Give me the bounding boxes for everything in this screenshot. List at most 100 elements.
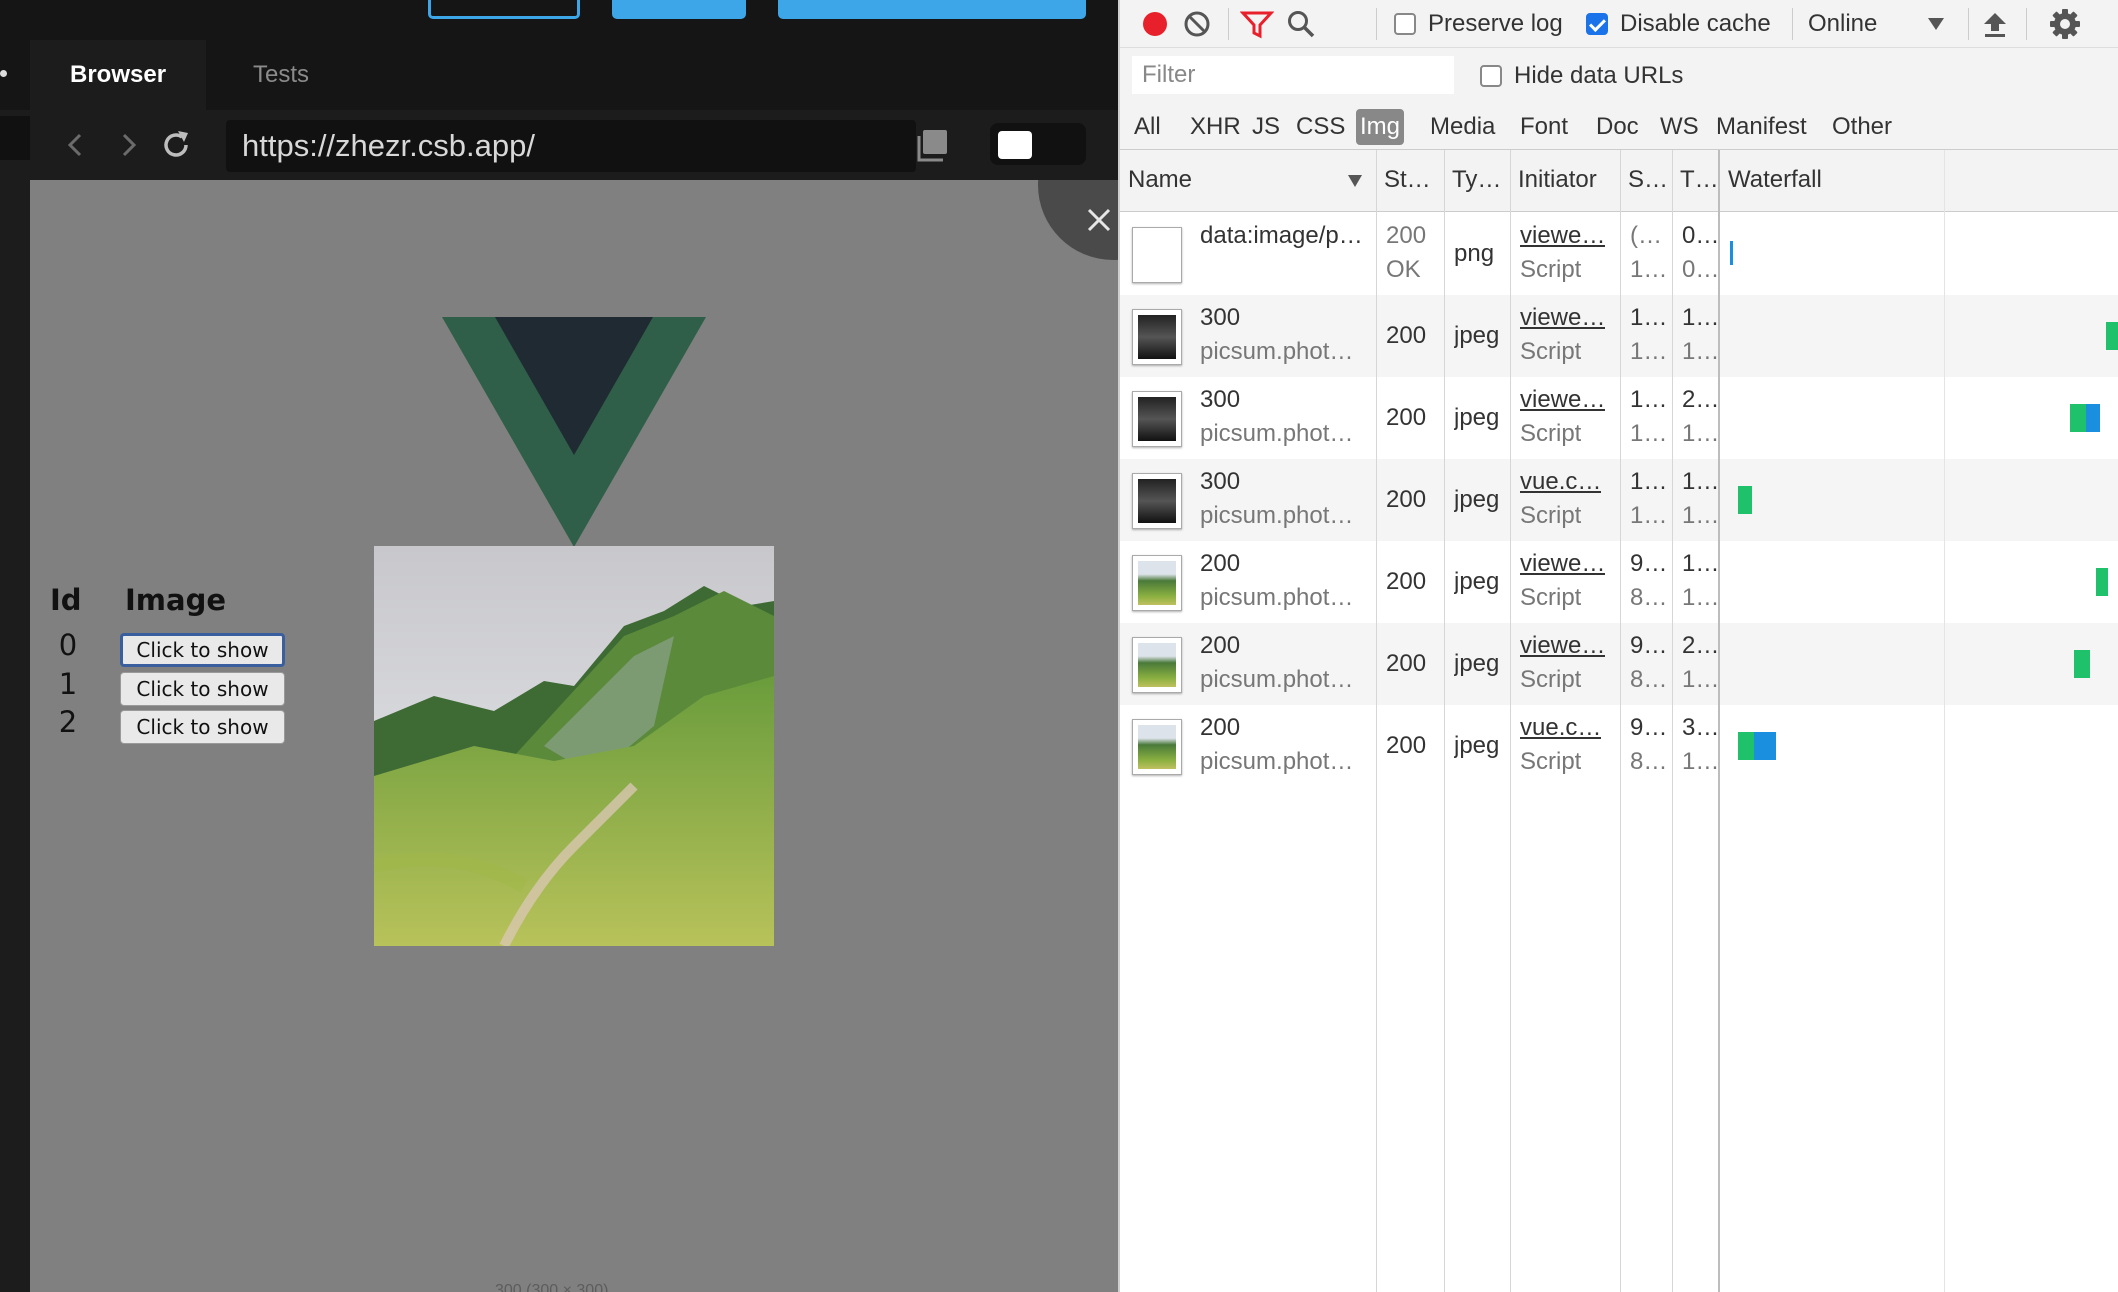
type-filter-media[interactable]: Media (1426, 109, 1499, 145)
type-filter-img[interactable]: Img (1356, 109, 1405, 145)
type-filter-js[interactable]: JS (1248, 109, 1284, 145)
hide-data-urls-check[interactable] (1480, 65, 1502, 87)
top-blue-button[interactable] (612, 0, 746, 19)
import-har-button[interactable] (1980, 0, 2010, 48)
request-size: (… (1630, 222, 1662, 249)
filter-icon[interactable] (1240, 9, 1274, 39)
request-name: 200 (1200, 714, 1241, 741)
column-name-label: Name (1128, 166, 1193, 193)
disable-cache-check[interactable] (1586, 13, 1608, 35)
click-to-show-button[interactable]: Click to show (120, 672, 285, 706)
preserve-log-checkbox[interactable]: Preserve log (1394, 0, 1563, 48)
copy-icon[interactable] (913, 126, 953, 166)
column-name[interactable]: Name (1120, 150, 1376, 212)
request-initiator-type: Script (1520, 502, 1582, 529)
preview-area: Id Image 0 Click to show 1 Click to show… (30, 180, 1118, 1292)
type-filter-doc[interactable]: Doc (1592, 109, 1643, 145)
upload-icon[interactable] (1980, 9, 2010, 39)
settings-button[interactable] (2048, 0, 2082, 48)
click-to-show-button[interactable]: Click to show (120, 633, 285, 667)
request-domain: picsum.phot… (1200, 420, 1354, 447)
hide-data-urls-checkbox[interactable]: Hide data URLs (1480, 48, 1683, 104)
type-filter-ws[interactable]: WS (1656, 109, 1703, 145)
search-icon[interactable] (1286, 9, 1316, 39)
close-preview-button[interactable] (1038, 180, 1118, 260)
type-filter-css[interactable]: CSS (1292, 109, 1349, 145)
column-time[interactable]: T… (1672, 150, 1718, 212)
vue-logo (442, 317, 706, 547)
tab-tests[interactable]: Tests (213, 40, 349, 110)
request-size-resource: 1… (1630, 256, 1668, 283)
request-initiator-link[interactable]: viewe… (1520, 219, 1605, 253)
request-row[interactable]: 200 picsum.phot… 200 jpeg vue.c… Script … (1120, 705, 2118, 787)
request-size-resource: 1… (1630, 338, 1668, 365)
search-button[interactable] (1286, 0, 1316, 48)
throttle-select[interactable]: Online (1808, 0, 1944, 48)
type-filter-manifest[interactable]: Manifest (1712, 109, 1811, 145)
view-toggle[interactable] (990, 123, 1086, 165)
type-filter-other[interactable]: Other (1828, 109, 1896, 145)
request-type: jpeg (1454, 568, 1500, 595)
type-filter-xhr[interactable]: XHR (1186, 109, 1245, 145)
request-row[interactable]: 200 picsum.phot… 200 jpeg viewe… Script … (1120, 623, 2118, 705)
request-domain: picsum.phot… (1200, 502, 1354, 529)
request-initiator-link[interactable]: viewe… (1520, 629, 1605, 663)
close-icon[interactable] (1079, 200, 1118, 240)
request-status: 200 (1386, 568, 1427, 595)
gear-icon[interactable] (2048, 7, 2082, 41)
request-row[interactable]: 300 picsum.phot… 200 jpeg viewe… Script … (1120, 377, 2118, 459)
dropdown-arrow-icon (1928, 18, 1944, 30)
request-name: data:image/p… (1200, 222, 1363, 249)
request-row[interactable]: 300 picsum.phot… 200 jpeg vue.c… Script … (1120, 459, 2118, 541)
filter-toggle-button[interactable] (1240, 0, 1274, 48)
request-size: 9… (1630, 714, 1668, 741)
codesandbox-panel: Browser Tests https://zhezr.csb.app/ Id … (0, 0, 1118, 1292)
back-icon[interactable] (58, 127, 94, 163)
disable-cache-checkbox[interactable]: Disable cache (1586, 0, 1771, 48)
request-row[interactable]: 200 picsum.phot… 200 jpeg viewe… Script … (1120, 541, 2118, 623)
column-initiator[interactable]: Initiator (1510, 150, 1620, 212)
request-initiator-link[interactable]: vue.c… (1520, 465, 1601, 499)
column-status[interactable]: St… (1376, 150, 1444, 212)
type-filter-all[interactable]: All (1130, 109, 1165, 145)
preserve-log-check[interactable] (1394, 13, 1416, 35)
top-wide-blue-button[interactable] (778, 0, 1086, 19)
type-filter-font[interactable]: Font (1516, 109, 1572, 145)
column-waterfall[interactable]: Waterfall (1720, 150, 2118, 212)
record-button[interactable] (1140, 0, 1170, 48)
record-icon[interactable] (1140, 9, 1170, 39)
throttle-value: Online (1808, 10, 1878, 37)
click-to-show-button[interactable]: Click to show (120, 710, 285, 744)
image-header: Image (125, 583, 227, 617)
request-name: 300 (1200, 304, 1241, 331)
address-bar[interactable]: https://zhezr.csb.app/ (226, 120, 916, 172)
request-row[interactable]: 300 picsum.phot… 200 jpeg viewe… Script … (1120, 295, 2118, 377)
request-status: 200 (1386, 322, 1427, 349)
request-initiator-link[interactable]: vue.c… (1520, 711, 1601, 745)
request-latency: 1… (1682, 338, 1720, 365)
waterfall-bar (1754, 732, 1776, 760)
clear-button[interactable] (1182, 0, 1212, 48)
request-initiator-type: Script (1520, 584, 1582, 611)
tab-browser[interactable]: Browser (30, 40, 207, 110)
top-outline-button[interactable] (428, 0, 580, 19)
dot-indicator (0, 70, 7, 77)
thumbnail-landscape-photo (1132, 637, 1182, 693)
request-domain: picsum.phot… (1200, 338, 1354, 365)
request-initiator-type: Script (1520, 748, 1582, 775)
request-name: 300 (1200, 468, 1241, 495)
thumbnail-dark-photo (1132, 309, 1182, 365)
request-initiator-link[interactable]: viewe… (1520, 547, 1605, 581)
reload-icon[interactable] (158, 127, 194, 163)
request-type: jpeg (1454, 486, 1500, 513)
request-initiator-link[interactable]: viewe… (1520, 383, 1605, 417)
request-time: 3… (1682, 714, 1720, 741)
request-row[interactable]: data:image/p… 200 OK png viewe… Script (… (1120, 213, 2118, 295)
waterfall-bar (1738, 732, 1754, 760)
filter-input[interactable] (1132, 56, 1454, 94)
clear-icon[interactable] (1182, 9, 1212, 39)
request-initiator-link[interactable]: viewe… (1520, 301, 1605, 335)
column-type[interactable]: Ty… (1444, 150, 1510, 212)
column-size[interactable]: S… (1620, 150, 1672, 212)
forward-icon[interactable] (110, 127, 146, 163)
